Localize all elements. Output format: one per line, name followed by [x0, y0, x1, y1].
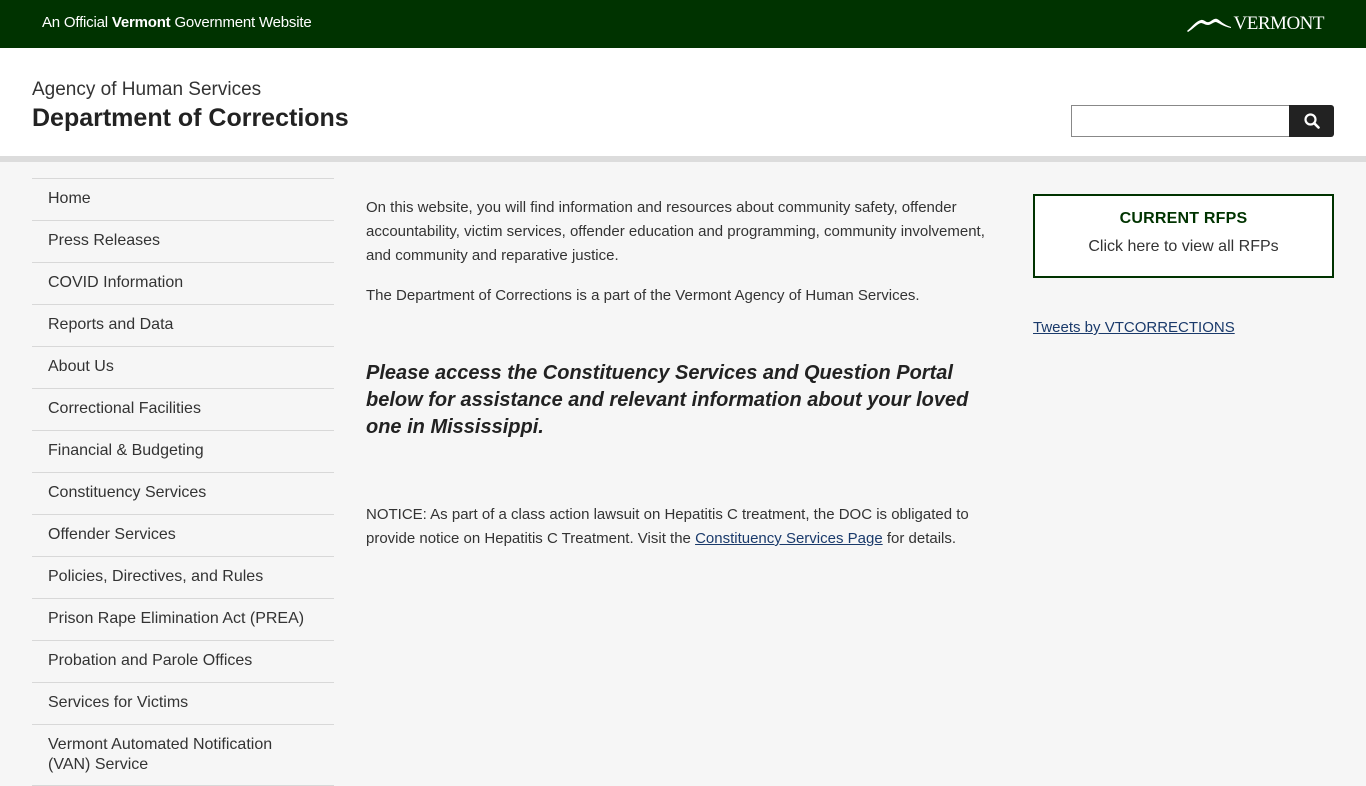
sidebar-item-probation-parole-offices[interactable]: Probation and Parole Offices — [32, 641, 334, 683]
sidebar-item-reports-and-data[interactable]: Reports and Data — [32, 305, 334, 347]
sidebar-nav: Home Press Releases COVID Information Re… — [32, 178, 334, 786]
official-website-text: An Official Vermont Government Website — [42, 14, 312, 31]
sidebar-item-press-releases[interactable]: Press Releases — [32, 221, 334, 263]
sidebar-item-policies-directives-rules[interactable]: Policies, Directives, and Rules — [32, 557, 334, 599]
agency-membership-text: The Department of Corrections is a part … — [366, 287, 920, 304]
agency-name[interactable]: Agency of Human Services — [32, 79, 261, 101]
mountain-icon — [1186, 18, 1231, 32]
search-icon — [1303, 113, 1320, 129]
view-rfps-link[interactable]: Click here to view all RFPs — [1035, 238, 1332, 256]
vermont-logo[interactable]: VERMONT — [1186, 13, 1325, 35]
sidebar-item-financial-budgeting[interactable]: Financial & Budgeting — [32, 431, 334, 473]
sidebar-item-prea[interactable]: Prison Rape Elimination Act (PREA) — [32, 599, 334, 641]
notice-text-end: for details. — [882, 530, 957, 547]
sidebar-item-offender-services[interactable]: Offender Services — [32, 515, 334, 557]
department-name[interactable]: Department of Corrections — [32, 104, 349, 133]
sidebar-item-correctional-facilities[interactable]: Correctional Facilities — [32, 389, 334, 431]
current-rfps-box[interactable]: CURRENT RFPS Click here to view all RFPs — [1033, 194, 1334, 278]
sidebar-item-covid-information[interactable]: COVID Information — [32, 263, 334, 305]
intro-paragraph: On this website, you will find informati… — [366, 199, 985, 264]
sidebar-item-about-us[interactable]: About Us — [32, 347, 334, 389]
search-button[interactable] — [1289, 105, 1334, 137]
rfp-title: CURRENT RFPS — [1119, 210, 1248, 227]
hepatitis-notice: NOTICE: As part of a class action lawsui… — [366, 503, 1006, 551]
tweets-link[interactable]: Tweets by VTCORRECTIONS — [1033, 319, 1235, 336]
search-input[interactable] — [1071, 105, 1290, 137]
vermont-logo-text: VERMONT — [1233, 13, 1325, 34]
main-content: On this website, you will find informati… — [366, 196, 1006, 567]
header-divider — [0, 156, 1366, 162]
constituency-callout: Please access the Constituency Services … — [366, 362, 969, 438]
site-header: Agency of Human Services Department of C… — [0, 48, 1366, 156]
sidebar-item-van-service[interactable]: Vermont Automated Notification (VAN) Ser… — [32, 725, 334, 786]
official-banner: An Official Vermont Government Website V… — [0, 0, 1366, 48]
sidebar-item-services-for-victims[interactable]: Services for Victims — [32, 683, 334, 725]
sidebar-item-home[interactable]: Home — [32, 179, 334, 221]
constituency-services-link[interactable]: Constituency Services Page — [695, 530, 883, 547]
sidebar-item-constituency-services[interactable]: Constituency Services — [32, 473, 334, 515]
